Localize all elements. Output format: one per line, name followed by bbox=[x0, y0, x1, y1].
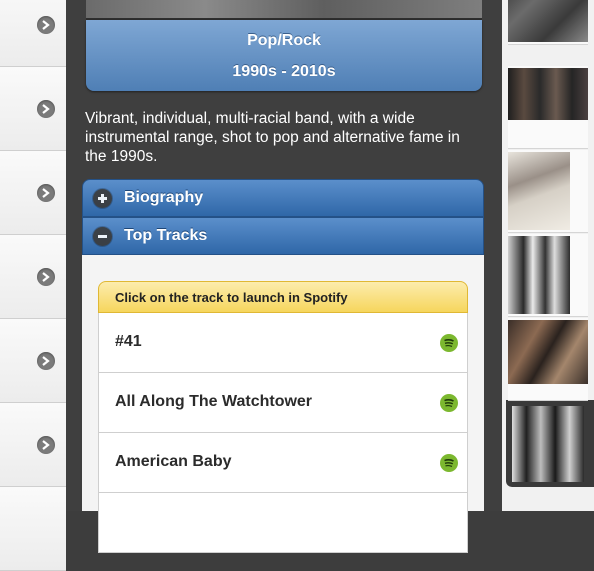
genre-box: Pop/Rock 1990s - 2010s bbox=[86, 20, 482, 91]
chevron-right-icon[interactable] bbox=[37, 351, 55, 370]
artist-description: Vibrant, individual, multi-racial band, … bbox=[85, 110, 460, 165]
chevron-right-icon[interactable] bbox=[37, 183, 55, 202]
artist-thumbnail[interactable] bbox=[508, 150, 588, 233]
genre-name: Pop/Rock bbox=[247, 32, 321, 49]
spotify-icon bbox=[440, 394, 458, 412]
artist-thumbnail[interactable] bbox=[508, 402, 588, 484]
track-title: All Along The Watchtower bbox=[115, 393, 313, 410]
thumbnail-strip bbox=[502, 0, 594, 511]
minus-icon bbox=[93, 227, 112, 246]
list-row[interactable] bbox=[0, 235, 66, 319]
artist-hero-image bbox=[86, 0, 482, 20]
artist-thumbnail[interactable] bbox=[508, 234, 588, 317]
track-row[interactable]: American Baby bbox=[98, 433, 468, 493]
list-row[interactable] bbox=[0, 151, 66, 235]
chevron-right-icon[interactable] bbox=[37, 267, 55, 286]
list-row[interactable] bbox=[0, 0, 66, 67]
artist-photo bbox=[508, 320, 588, 384]
plus-icon bbox=[93, 189, 112, 208]
spotify-icon bbox=[440, 454, 458, 472]
chevron-right-icon[interactable] bbox=[37, 435, 55, 454]
top-tracks-label: Top Tracks bbox=[124, 227, 208, 244]
artist-thumbnail[interactable] bbox=[508, 0, 588, 45]
artist-photo bbox=[508, 68, 588, 120]
artist-detail-panel: Pop/Rock 1990s - 2010s Vibrant, individu… bbox=[66, 0, 502, 553]
list-row[interactable] bbox=[0, 403, 66, 487]
genre-years: 1990s - 2010s bbox=[232, 63, 336, 80]
chevron-right-icon[interactable] bbox=[37, 15, 55, 34]
artist-list bbox=[0, 0, 67, 571]
list-row[interactable] bbox=[0, 319, 66, 403]
artist-photo bbox=[508, 0, 588, 42]
artist-photo bbox=[512, 406, 584, 482]
artist-thumbnail[interactable] bbox=[508, 66, 588, 149]
track-title: #41 bbox=[115, 333, 142, 350]
track-row[interactable] bbox=[98, 493, 468, 553]
biography-collapsible[interactable]: Biography bbox=[82, 179, 484, 217]
track-row[interactable]: #41 bbox=[98, 313, 468, 373]
list-row[interactable] bbox=[0, 67, 66, 151]
spotify-notice: Click on the track to launch in Spotify bbox=[98, 281, 468, 313]
list-row[interactable] bbox=[0, 487, 66, 571]
track-row[interactable]: All Along The Watchtower bbox=[98, 373, 468, 433]
artist-thumbnail[interactable] bbox=[508, 318, 588, 401]
track-title: American Baby bbox=[115, 453, 232, 470]
top-tracks-collapsible[interactable]: Top Tracks bbox=[82, 217, 484, 255]
artist-photo bbox=[508, 152, 570, 230]
artist-photo bbox=[508, 236, 570, 314]
spotify-icon bbox=[440, 334, 458, 352]
biography-label: Biography bbox=[124, 189, 204, 206]
top-tracks-content: Click on the track to launch in Spotify … bbox=[82, 255, 484, 553]
chevron-right-icon[interactable] bbox=[37, 99, 55, 118]
spotify-notice-text: Click on the track to launch in Spotify bbox=[115, 290, 348, 305]
